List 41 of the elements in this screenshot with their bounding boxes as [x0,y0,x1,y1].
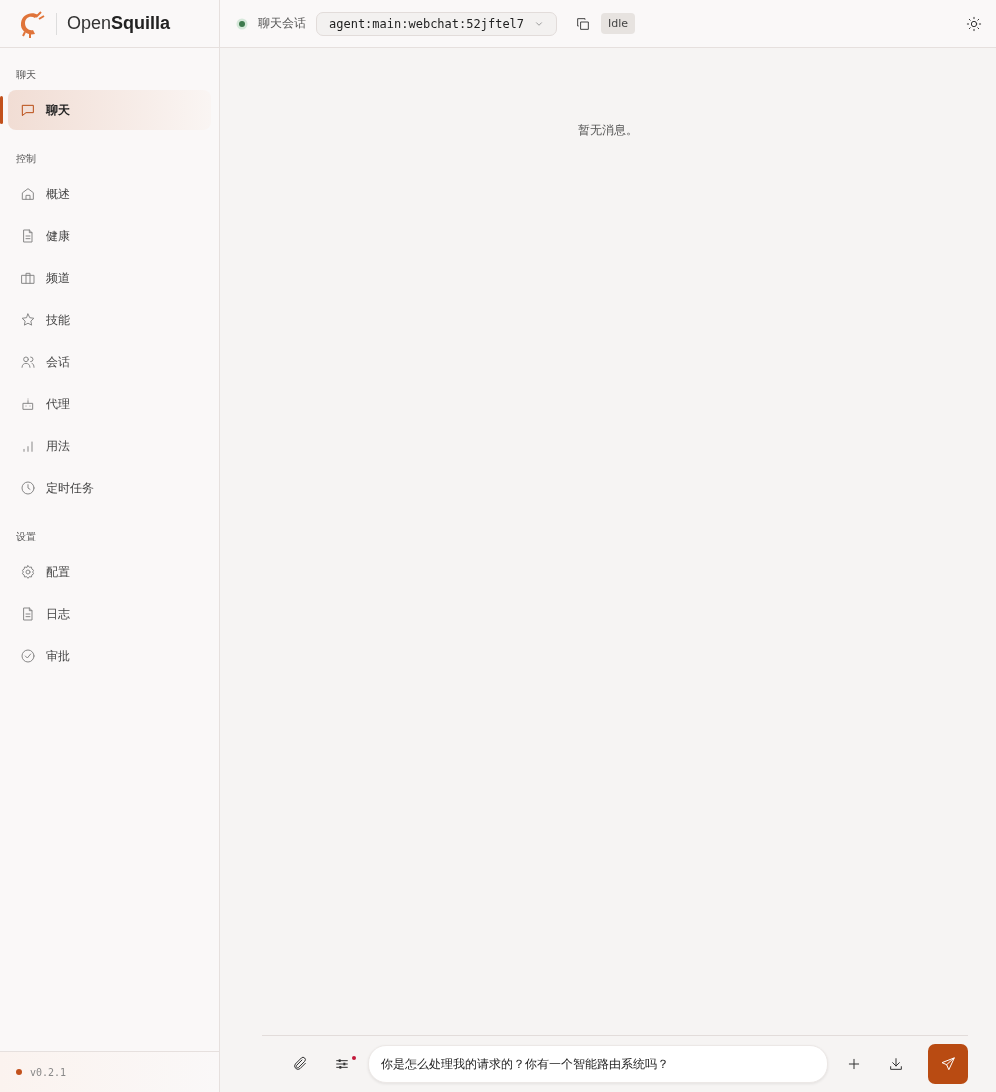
paperclip-icon [292,1056,308,1072]
chat-bubble-icon [20,102,36,118]
home-icon [20,186,36,202]
plus-icon [846,1056,862,1072]
robot-icon [20,396,36,412]
brand-name: OpenSquilla [67,13,171,34]
section-heading: 聊天 [15,68,37,82]
section-heading: 设置 [15,530,37,544]
nav-item[interactable]: 日志 [8,594,211,634]
message-input[interactable]: 你是怎么处理我的请求的？你有一个智能路由系统吗？ [368,1045,828,1083]
settings-icon [20,564,36,580]
nav-item[interactable]: 用法 [8,426,211,466]
section-heading: 控制 [15,152,37,166]
document-icon [20,228,36,244]
nav-item[interactable]: 定时任务 [8,468,211,508]
session-selector[interactable]: agent:main:webchat:52jftel7 [316,11,558,36]
users-icon [20,354,36,370]
copy-icon [575,15,592,32]
status-badge: Idle [601,13,636,34]
briefcase-icon [20,270,36,286]
sliders-icon [334,1056,350,1072]
send-icon [940,1056,956,1072]
nav-item[interactable]: 概述 [8,174,211,214]
download-icon [888,1056,904,1072]
version-label: v0.2.1 [30,1066,67,1078]
nav-item[interactable]: 配置 [8,552,211,592]
nav-item[interactable]: 代理 [8,384,211,424]
star-icon [20,312,36,328]
empty-message: 暂无消息。 [578,122,638,139]
check-circle-icon [20,648,36,664]
nav-item[interactable]: 审批 [8,636,211,676]
nav-item[interactable]: 健康 [8,216,211,256]
nav-item[interactable]: 会话 [8,342,211,382]
theme-toggle-icon [966,15,982,32]
session-label: 聊天会话 [258,15,306,32]
clock-icon [20,480,36,496]
document-icon [20,606,36,622]
status-dot-icon [16,1069,22,1075]
nav-item[interactable]: 技能 [8,300,211,340]
send-button[interactable] [928,1044,968,1084]
nav-item[interactable]: 频道 [8,258,211,298]
